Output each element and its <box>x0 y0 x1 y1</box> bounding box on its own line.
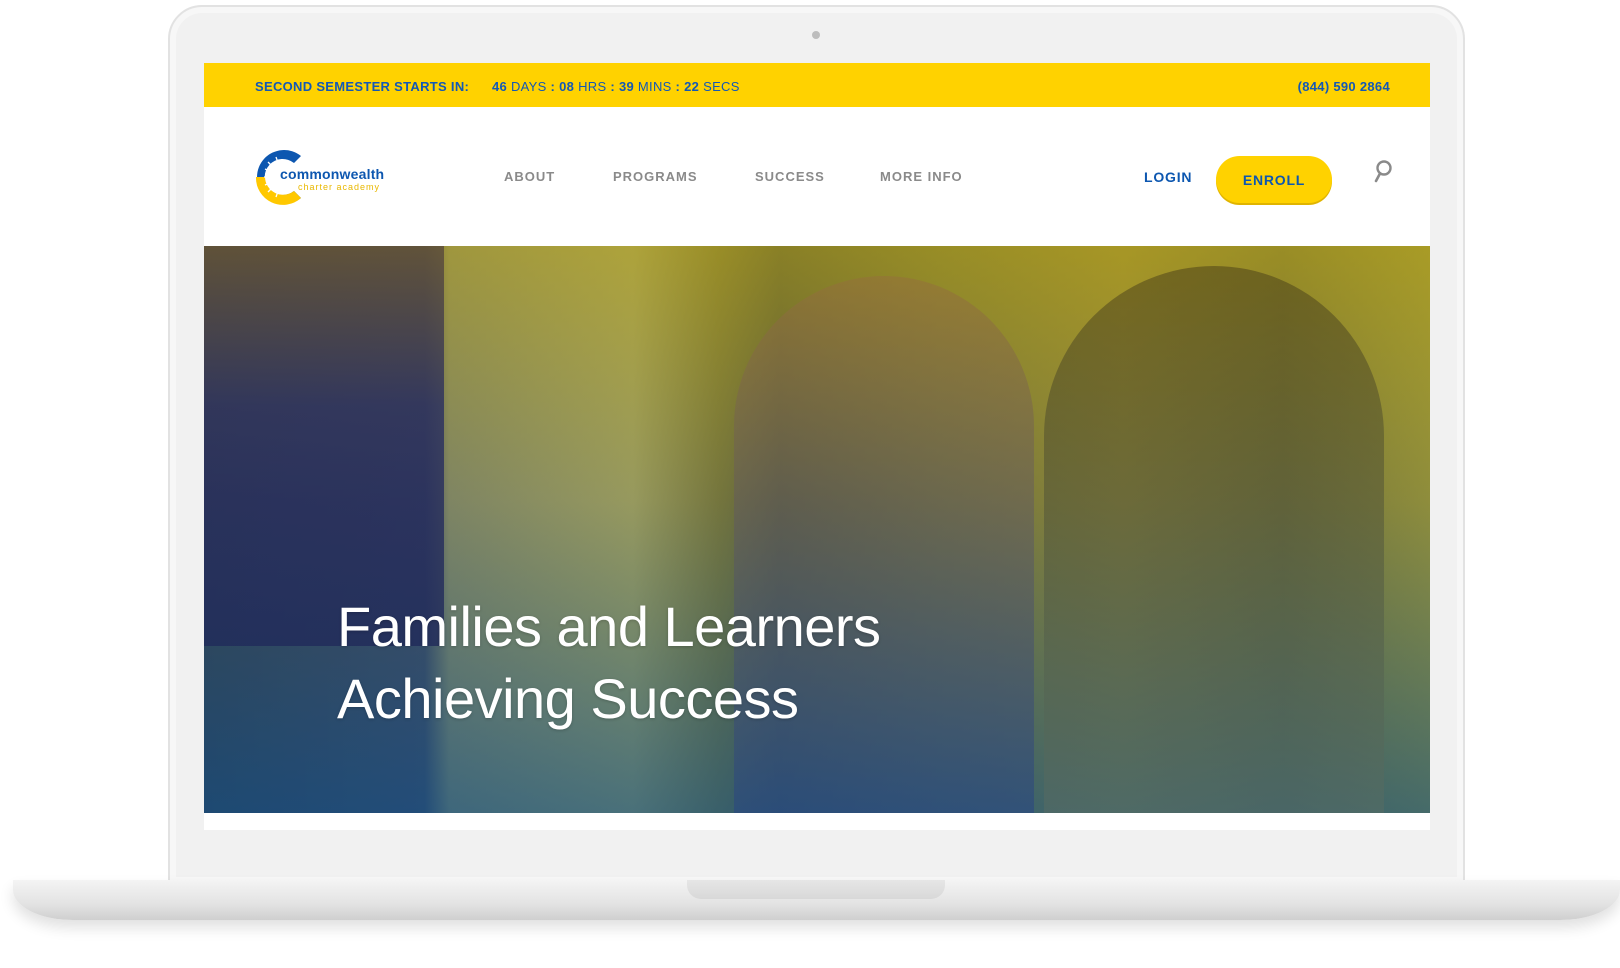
countdown-bar: SECOND SEMESTER STARTS IN: 46 DAYS : 08 … <box>204 63 1430 107</box>
days-value: 46 <box>492 79 508 94</box>
countdown-timer: 46 DAYS : 08 HRS : 39 MINS : 22 SECS <box>492 79 740 94</box>
login-link[interactable]: LOGIN <box>1144 169 1192 185</box>
nav-more-info[interactable]: MORE INFO <box>880 169 963 184</box>
separator: : <box>610 79 616 94</box>
laptop-screen: SECOND SEMESTER STARTS IN: 46 DAYS : 08 … <box>204 63 1430 830</box>
secs-value: 22 <box>684 79 700 94</box>
nav-success[interactable]: SUCCESS <box>755 169 825 184</box>
hero-banner: Families and Learners Achieving Success <box>204 246 1430 813</box>
phone-link[interactable]: (844) 590 2864 <box>1298 79 1390 94</box>
separator: : <box>675 79 681 94</box>
nav-about[interactable]: ABOUT <box>504 169 555 184</box>
countdown-label: SECOND SEMESTER STARTS IN: <box>255 79 470 94</box>
mins-unit: MINS <box>637 79 672 94</box>
hero-heading-line2: Achieving Success <box>337 667 799 730</box>
hero-photo-poster <box>204 246 444 646</box>
days-unit: DAYS <box>510 79 547 94</box>
search-icon[interactable] <box>1372 159 1394 185</box>
hero-heading-line1: Families and Learners <box>337 595 881 658</box>
secs-unit: SECS <box>703 79 740 94</box>
logo-tagline: charter academy <box>298 182 381 192</box>
logo-name: commonwealth <box>280 166 385 182</box>
logo[interactable]: commonwealth charter academy <box>254 148 404 206</box>
nav-programs[interactable]: PROGRAMS <box>613 169 698 184</box>
site-header: commonwealth charter academy ABOUT PROGR… <box>204 107 1430 246</box>
enroll-button[interactable]: ENROLL <box>1216 156 1332 203</box>
hours-value: 08 <box>559 79 575 94</box>
camera-dot <box>812 31 820 39</box>
separator: : <box>550 79 556 94</box>
hero-photo-student <box>1044 266 1384 813</box>
hours-unit: HRS <box>578 79 607 94</box>
hero-heading: Families and Learners Achieving Success <box>337 591 881 735</box>
laptop-notch <box>687 880 945 899</box>
mins-value: 39 <box>618 79 634 94</box>
